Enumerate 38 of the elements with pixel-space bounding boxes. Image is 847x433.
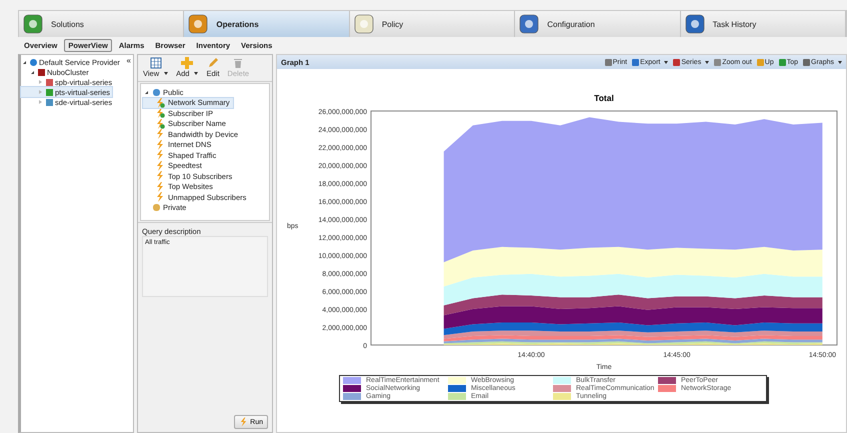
- toolbar-icon: [673, 58, 680, 66]
- dropdown-caret-icon: [164, 72, 168, 75]
- grid-icon: [150, 57, 162, 69]
- shared-lightning-icon: [155, 118, 165, 129]
- toolbar-icon: [778, 58, 786, 66]
- pencil-icon: [206, 57, 219, 69]
- lightning-icon: [155, 129, 165, 140]
- lightning-icon: [155, 160, 165, 171]
- lightning-icon: [155, 192, 165, 202]
- lightning-icon: [155, 182, 165, 192]
- dropdown-caret-icon: [705, 60, 710, 64]
- toolbar-icon: [714, 58, 722, 66]
- main-tab[interactable]: Configuration: [515, 11, 681, 37]
- lightning-icon: [155, 171, 165, 182]
- toolbar-icon: [604, 58, 612, 66]
- shared-lightning-icon: [155, 98, 165, 108]
- toolbar-icon: [756, 58, 764, 66]
- expander-icon: [31, 70, 34, 74]
- main-tab[interactable]: Operations: [184, 11, 350, 37]
- dropdown-caret-icon: [838, 60, 842, 64]
- main-tab[interactable]: Solutions: [19, 11, 184, 37]
- collapse-button[interactable]: «: [126, 57, 133, 65]
- lightning-icon: [155, 140, 165, 150]
- shared-lightning-icon: [155, 108, 165, 118]
- main-tab[interactable]: Task History: [680, 11, 846, 37]
- plus-icon: [181, 57, 194, 69]
- expander-icon: [23, 60, 26, 64]
- trash-icon: [232, 57, 244, 69]
- dropdown-caret-icon: [194, 72, 198, 75]
- expander-icon: [39, 90, 42, 94]
- lightning-icon: [155, 150, 165, 160]
- lightning-icon: [239, 417, 248, 427]
- expander-icon: [39, 100, 42, 104]
- chart-title: Total: [594, 93, 614, 103]
- dropdown-caret-icon: [664, 60, 668, 64]
- main-tab[interactable]: Policy: [350, 11, 516, 37]
- toolbar-icon: [803, 58, 810, 66]
- toolbar-icon: [632, 58, 640, 66]
